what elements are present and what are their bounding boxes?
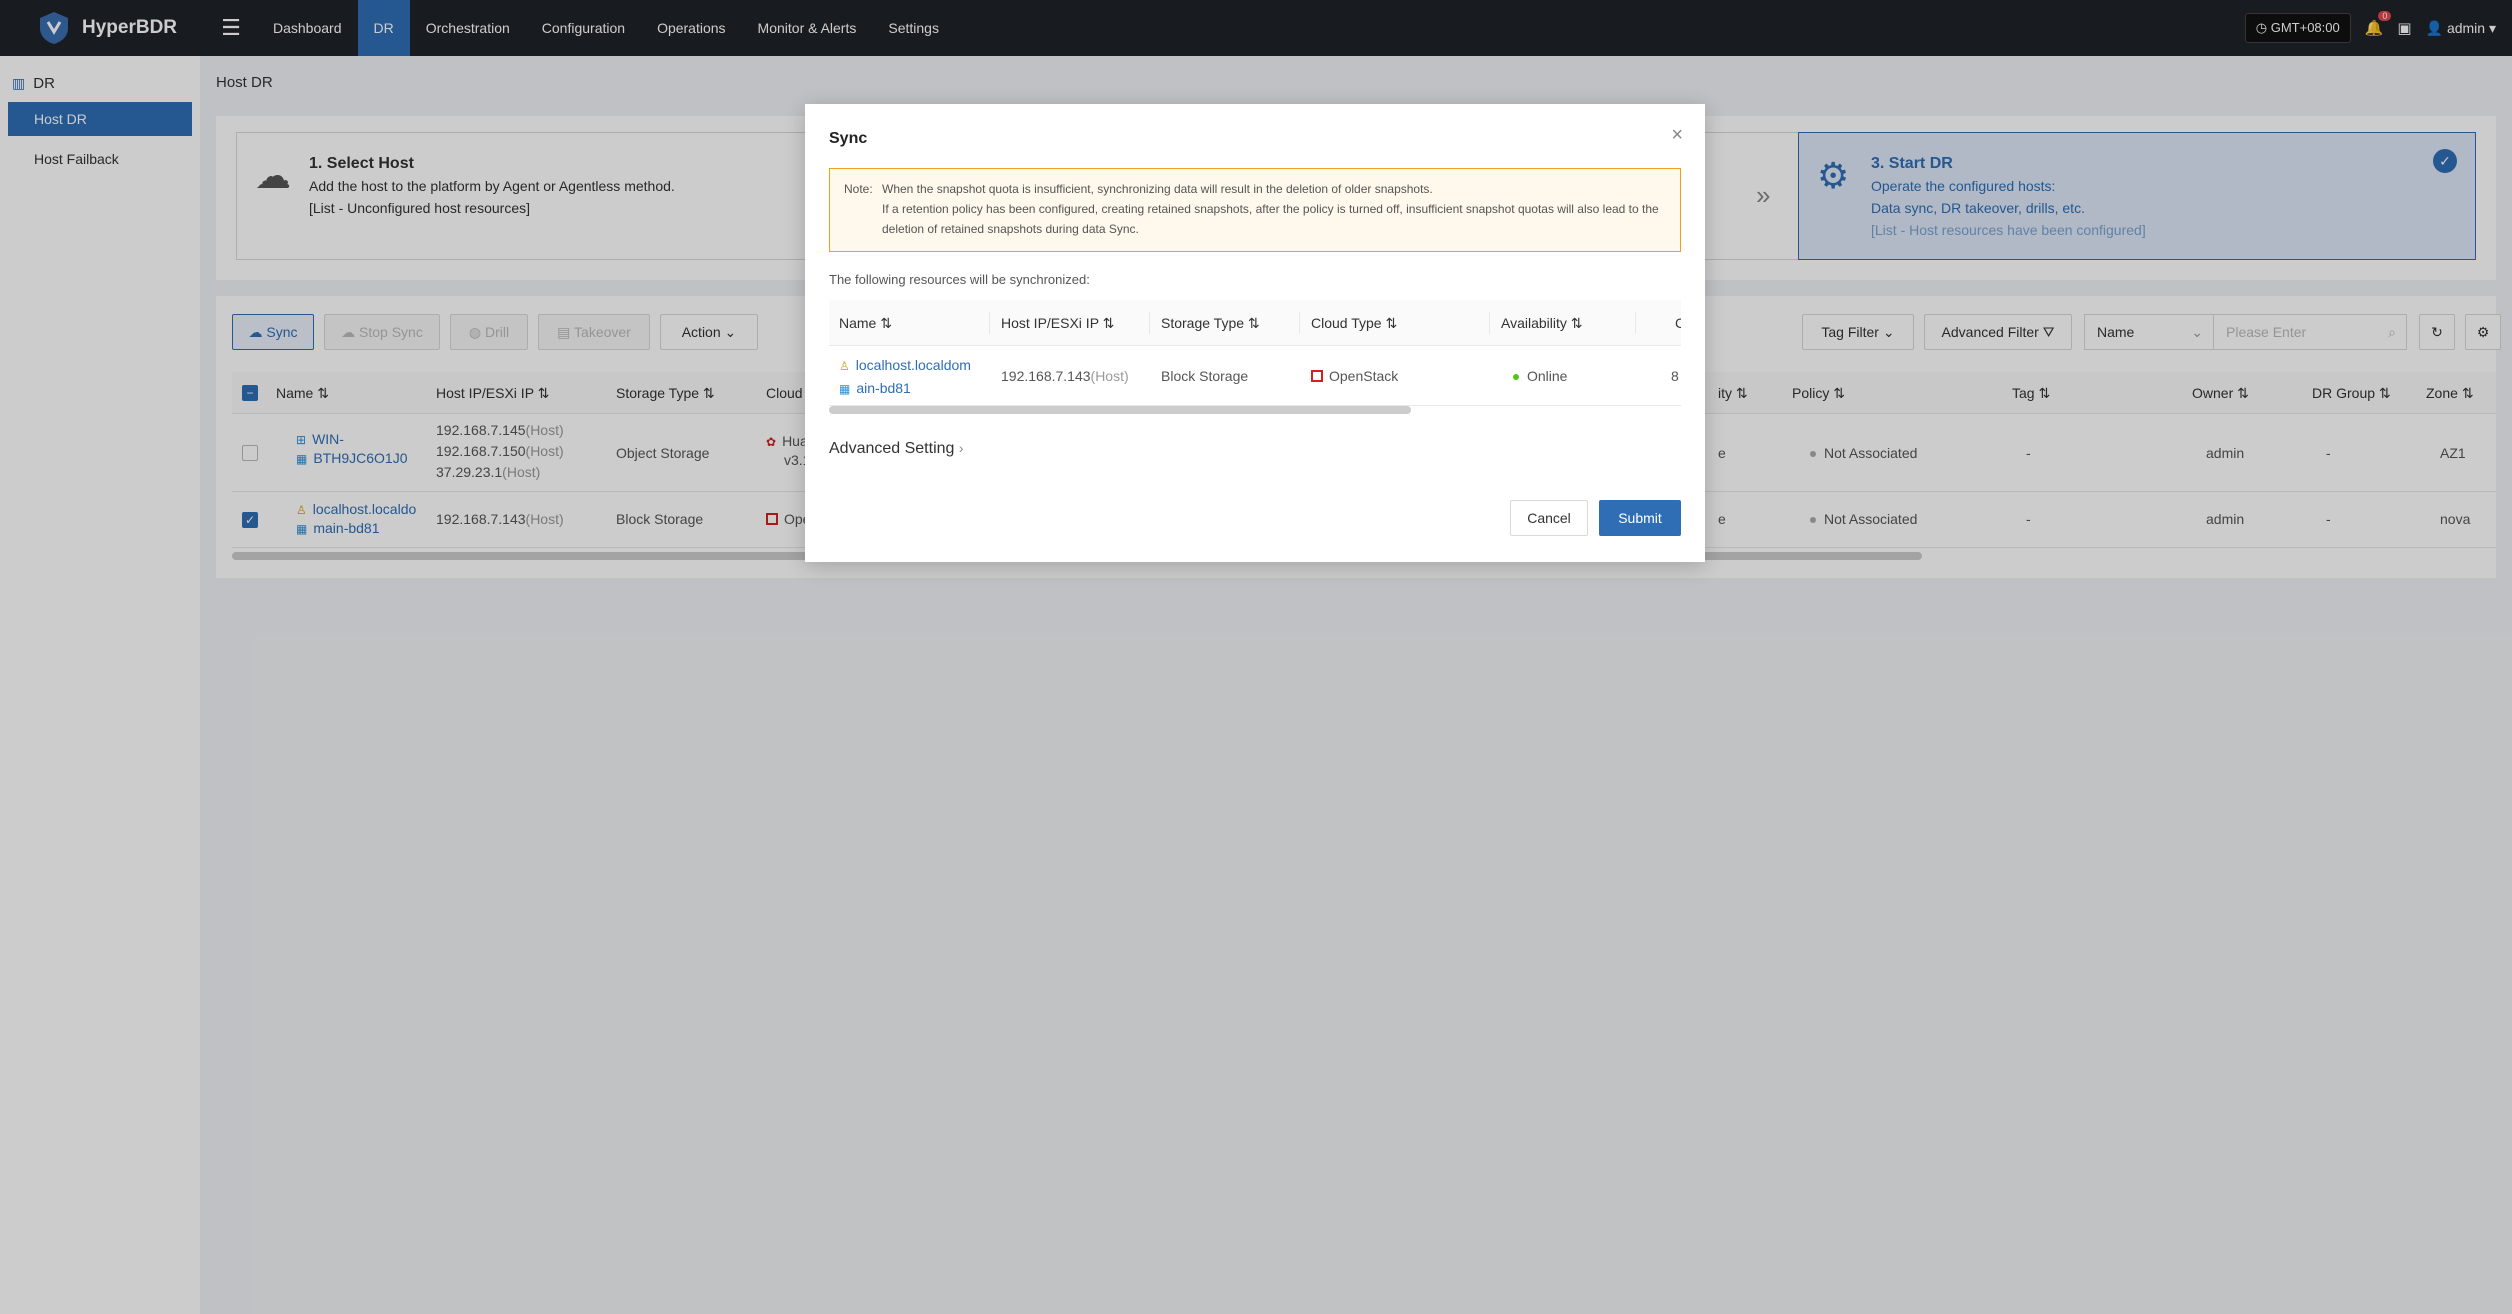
- sort-icon: ⇅: [880, 315, 892, 331]
- agent-icon: ▦: [839, 382, 851, 396]
- ip-kind: (Host): [1090, 368, 1129, 384]
- advanced-setting-label: Advanced Setting: [829, 440, 955, 457]
- modal-table-horizontal-scrollbar[interactable]: [829, 406, 1411, 414]
- host-name-line: ain-bd81: [856, 380, 911, 396]
- chevron-right-icon: ›: [958, 440, 964, 456]
- sort-icon: ⇅: [1102, 315, 1115, 331]
- sync-modal: Sync × Note: When the snapshot quota is …: [805, 104, 1705, 562]
- col-availability-label: Availability: [1501, 315, 1567, 331]
- modal-table-header: Name ⇅ Host IP/ESXi IP ⇅ Storage Type ⇅ …: [829, 300, 1681, 346]
- column-divider: [1299, 312, 1300, 334]
- availability-cell: Online: [1513, 365, 1567, 387]
- openstack-icon: [1311, 370, 1323, 382]
- cloud-type-cell: OpenStack: [1311, 365, 1398, 387]
- note-line: If a retention policy has been configure…: [882, 202, 1659, 236]
- modal-title: Sync: [829, 130, 868, 147]
- col-storage-type[interactable]: Storage Type ⇅: [1161, 300, 1260, 346]
- sync-resources-table: Name ⇅ Host IP/ESXi IP ⇅ Storage Type ⇅ …: [829, 300, 1681, 406]
- cloud-type-label: OpenStack: [1329, 368, 1399, 384]
- col-name-label: Name: [839, 315, 877, 331]
- cancel-button[interactable]: Cancel: [1510, 500, 1588, 536]
- host-name-line: localhost.localdom: [855, 357, 971, 373]
- snapshot-warning-note: Note: When the snapshot quota is insuffi…: [829, 168, 1681, 252]
- col-host-ip[interactable]: Host IP/ESXi IP ⇅: [1001, 300, 1114, 346]
- col-name[interactable]: Name ⇅: [839, 300, 892, 346]
- column-divider: [1489, 312, 1490, 334]
- sort-icon: ⇅: [1385, 315, 1398, 331]
- column-divider: [1635, 312, 1636, 334]
- col-availability[interactable]: Availability ⇅: [1501, 300, 1583, 346]
- note-line: When the snapshot quota is insufficient,…: [882, 182, 1433, 196]
- col-host-ip-label: Host IP/ESXi IP: [1001, 315, 1099, 331]
- note-body: When the snapshot quota is insufficient,…: [882, 179, 1666, 239]
- submit-button[interactable]: Submit: [1599, 500, 1681, 536]
- online-status-dot: [1513, 374, 1519, 381]
- advanced-setting-toggle[interactable]: Advanced Setting ›: [829, 440, 964, 458]
- host-ip-cell: 192.168.7.143(Host): [1001, 365, 1129, 387]
- ip-value: 192.168.7.143: [1001, 368, 1091, 384]
- availability-label: Online: [1527, 368, 1568, 384]
- col-more[interactable]: C: [1675, 300, 1681, 346]
- linux-icon: ♙: [839, 359, 850, 373]
- column-divider: [1149, 312, 1150, 334]
- host-name-link[interactable]: ♙ localhost.localdom ▦ ain-bd81: [839, 354, 971, 400]
- col-cloud-type-label: Cloud Type: [1311, 315, 1382, 331]
- sync-resources-label: The following resources will be synchron…: [829, 272, 1090, 287]
- storage-type-cell: Block Storage: [1161, 368, 1249, 384]
- col-storage-type-label: Storage Type: [1161, 315, 1245, 331]
- table-row[interactable]: ♙ localhost.localdom ▦ ain-bd81 192.168.7.…: [829, 346, 1681, 406]
- sort-icon: ⇅: [1247, 315, 1260, 331]
- sort-icon: ⇅: [1570, 315, 1583, 331]
- more-cell: 8: [1671, 368, 1679, 384]
- col-cloud-type[interactable]: Cloud Type ⇅: [1311, 300, 1397, 346]
- note-label: Note:: [844, 182, 873, 196]
- close-icon[interactable]: ×: [1671, 124, 1683, 147]
- column-divider: [989, 312, 990, 334]
